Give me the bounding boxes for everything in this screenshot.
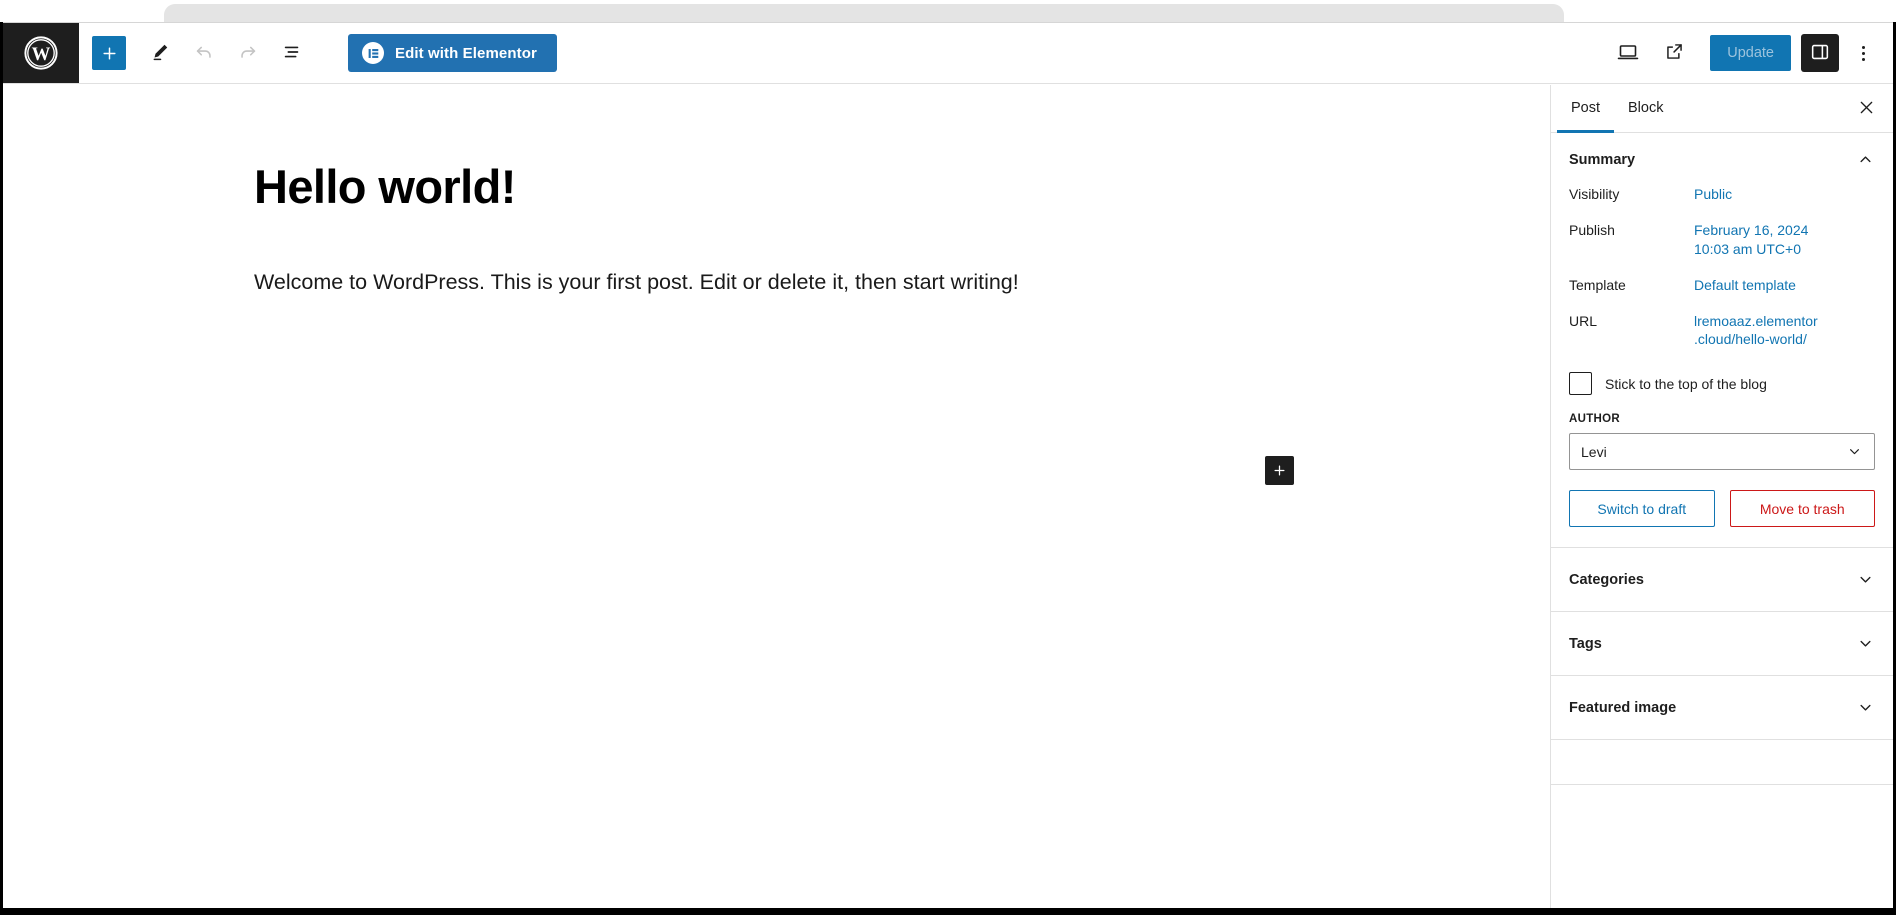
view-post-button[interactable]	[1652, 31, 1696, 75]
document-overview-button[interactable]	[270, 31, 314, 75]
desktop-preview-icon	[1616, 40, 1640, 67]
post-paragraph-block[interactable]: Welcome to WordPress. This is your first…	[254, 266, 1550, 298]
move-to-trash-button[interactable]: Move to trash	[1730, 490, 1876, 527]
featured-image-panel: Featured image	[1551, 676, 1893, 740]
author-select[interactable]: Levi	[1569, 433, 1875, 470]
publish-date-button[interactable]: February 16, 2024 10:03 am UTC+0	[1694, 221, 1820, 259]
template-value-button[interactable]: Default template	[1694, 276, 1796, 295]
chevron-down-icon	[1856, 570, 1875, 589]
summary-row-publish: Publish February 16, 2024 10:03 am UTC+0	[1569, 221, 1875, 259]
update-button[interactable]: Update	[1710, 35, 1791, 71]
author-selected-value: Levi	[1581, 444, 1607, 460]
publish-label: Publish	[1569, 221, 1694, 238]
post-actions-row: Switch to draft Move to trash	[1569, 490, 1875, 527]
elementor-button-label: Edit with Elementor	[395, 45, 537, 62]
post-content-area: Hello world! Welcome to WordPress. This …	[3, 85, 1550, 298]
sticky-post-row: Stick to the top of the blog	[1569, 372, 1875, 395]
visibility-label: Visibility	[1569, 185, 1694, 202]
redo-button[interactable]	[226, 31, 270, 75]
edit-with-elementor-button[interactable]: Edit with Elementor	[348, 34, 557, 72]
chevron-down-icon	[1856, 698, 1875, 717]
browser-tab[interactable]	[164, 4, 1564, 22]
tags-panel: Tags	[1551, 612, 1893, 676]
template-label: Template	[1569, 276, 1694, 293]
editor-viewport: W	[3, 22, 1893, 908]
preview-button[interactable]	[1606, 31, 1650, 75]
undo-button[interactable]	[182, 31, 226, 75]
stick-to-top-checkbox[interactable]	[1569, 372, 1592, 395]
settings-sidebar: Post Block Summary	[1550, 85, 1893, 908]
stick-to-top-label: Stick to the top of the blog	[1605, 376, 1767, 392]
wordpress-logo-icon: W	[23, 35, 59, 71]
featured-image-panel-header[interactable]: Featured image	[1551, 676, 1893, 739]
document-overview-icon	[281, 41, 303, 66]
chevron-up-icon	[1856, 150, 1875, 169]
redo-arrow-icon	[237, 41, 259, 66]
pencil-icon	[150, 41, 171, 65]
post-title-block[interactable]: Hello world!	[254, 161, 1550, 213]
summary-panel-body: Visibility Public Publish February 16, 2…	[1551, 185, 1893, 547]
tab-post[interactable]: Post	[1557, 85, 1614, 132]
add-block-button[interactable]	[92, 36, 126, 70]
url-value-button[interactable]: lremoaaz.elementor.cloud/hello-world/	[1694, 312, 1820, 350]
editor-left-tools: Edit with Elementor	[79, 23, 557, 83]
sidebar-tab-bar: Post Block	[1551, 85, 1893, 133]
tools-pencil-button[interactable]	[138, 31, 182, 75]
browser-window: W	[0, 0, 1896, 915]
chevron-down-icon	[1856, 634, 1875, 653]
sidebar-panel-icon	[1809, 41, 1831, 66]
author-field-label: AUTHOR	[1569, 413, 1875, 425]
editor-header-toolbar: W	[3, 23, 1893, 84]
url-label: URL	[1569, 312, 1694, 329]
summary-panel-header[interactable]: Summary	[1551, 133, 1893, 185]
categories-panel: Categories	[1551, 548, 1893, 612]
next-panel-partial[interactable]	[1551, 740, 1893, 785]
settings-sidebar-toggle-button[interactable]	[1801, 34, 1839, 72]
visibility-value-button[interactable]: Public	[1694, 185, 1732, 204]
tags-panel-header[interactable]: Tags	[1551, 612, 1893, 675]
close-x-icon	[1857, 98, 1876, 120]
toolbar-spacer	[557, 23, 1606, 83]
browser-tab-strip	[0, 0, 1896, 22]
editor-right-tools: Update	[1606, 23, 1893, 83]
chevron-down-icon	[1846, 443, 1863, 460]
categories-panel-header[interactable]: Categories	[1551, 548, 1893, 611]
summary-row-template: Template Default template	[1569, 276, 1875, 295]
plus-icon	[1272, 463, 1287, 478]
close-sidebar-button[interactable]	[1847, 90, 1885, 128]
next-panel-header[interactable]	[1551, 740, 1893, 784]
svg-text:W: W	[32, 44, 51, 65]
categories-panel-title: Categories	[1569, 572, 1856, 588]
external-link-icon	[1664, 41, 1685, 65]
inline-block-inserter-button[interactable]	[1265, 456, 1294, 485]
wordpress-home-button[interactable]: W	[3, 23, 79, 83]
more-options-button[interactable]	[1843, 31, 1883, 75]
tags-panel-title: Tags	[1569, 636, 1856, 652]
summary-row-visibility: Visibility Public	[1569, 185, 1875, 204]
summary-row-url: URL lremoaaz.elementor.cloud/hello-world…	[1569, 312, 1875, 350]
three-dots-vertical-icon	[1862, 46, 1865, 61]
tab-strip-filler	[1564, 4, 1604, 22]
elementor-logo-icon	[362, 42, 384, 64]
featured-image-panel-title: Featured image	[1569, 700, 1856, 716]
switch-to-draft-button[interactable]: Switch to draft	[1569, 490, 1715, 527]
summary-panel-title: Summary	[1569, 152, 1856, 168]
post-editor-canvas[interactable]: Hello world! Welcome to WordPress. This …	[3, 85, 1550, 908]
summary-panel: Summary Visibility Public Publish F	[1551, 133, 1893, 548]
undo-arrow-icon	[193, 41, 215, 66]
tab-block[interactable]: Block	[1614, 85, 1677, 132]
